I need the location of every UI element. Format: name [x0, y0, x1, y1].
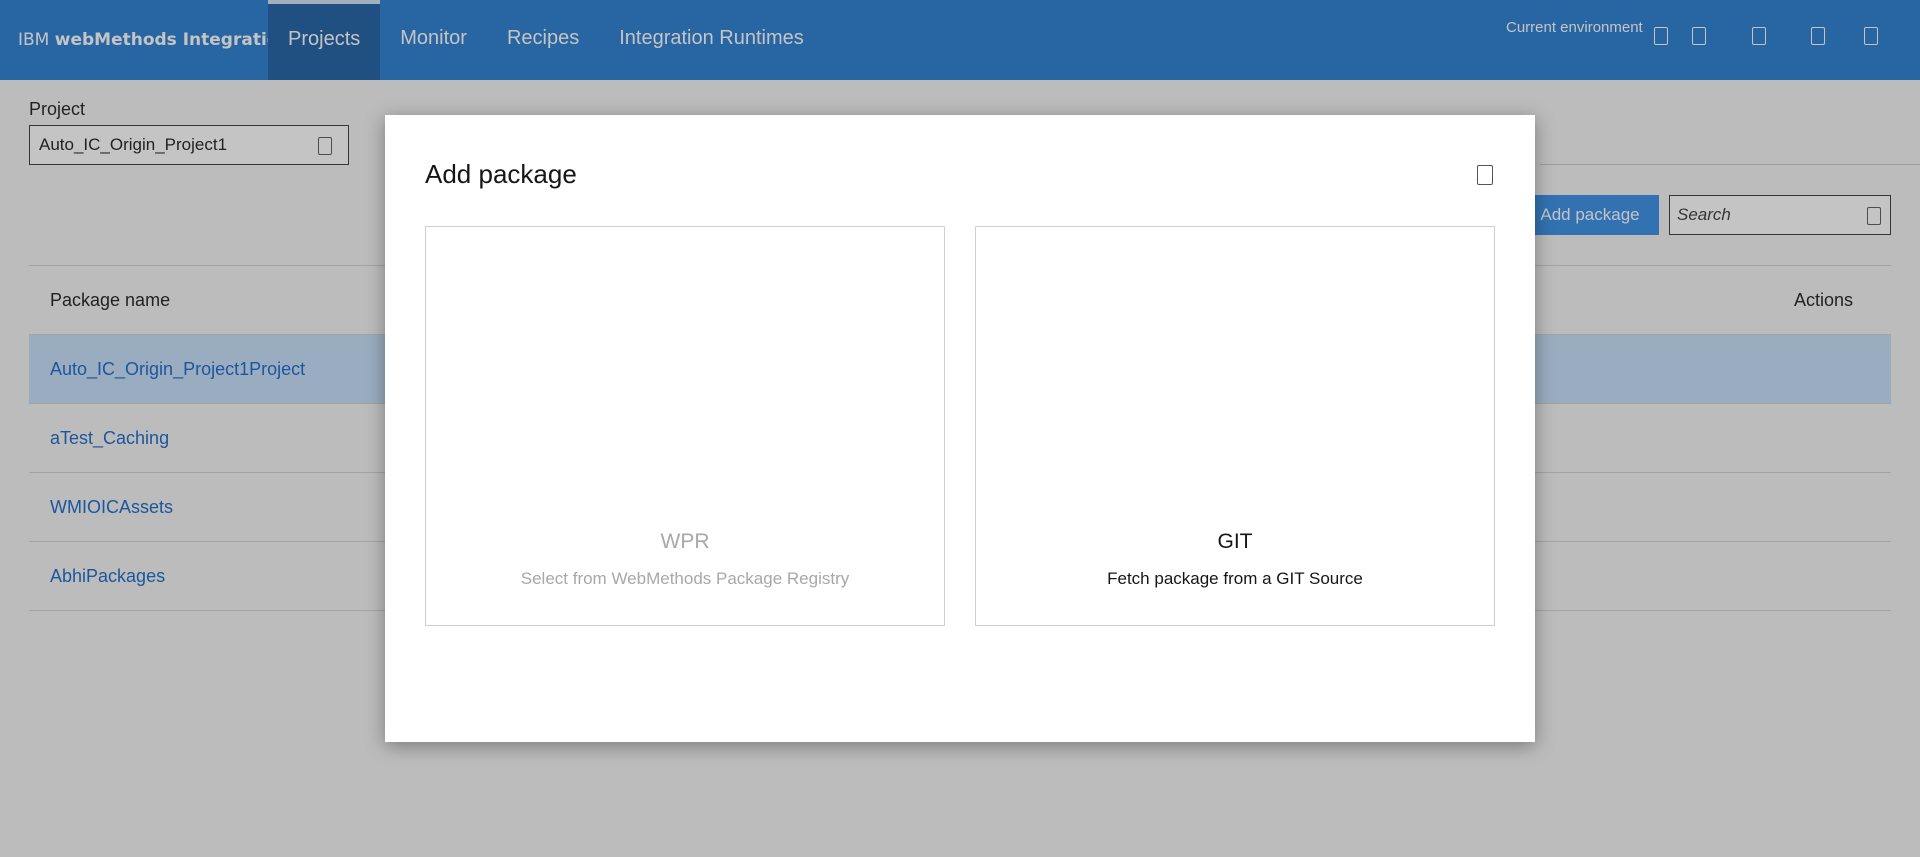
git-option-description: Fetch package from a GIT Source [1107, 569, 1363, 588]
wpr-option-tile[interactable]: WPR Select from WebMethods Package Regis… [425, 226, 945, 626]
close-icon[interactable] [1477, 165, 1493, 185]
wpr-option-title: WPR [660, 530, 710, 553]
add-package-dialog: Add package WPR Select from WebMethods P… [385, 115, 1535, 742]
git-option-tile[interactable]: GIT Fetch package from a GIT Source [975, 226, 1495, 626]
git-option-title: GIT [1217, 530, 1253, 553]
dialog-title: Add package [425, 159, 577, 189]
wpr-option-description: Select from WebMethods Package Registry [520, 569, 850, 588]
